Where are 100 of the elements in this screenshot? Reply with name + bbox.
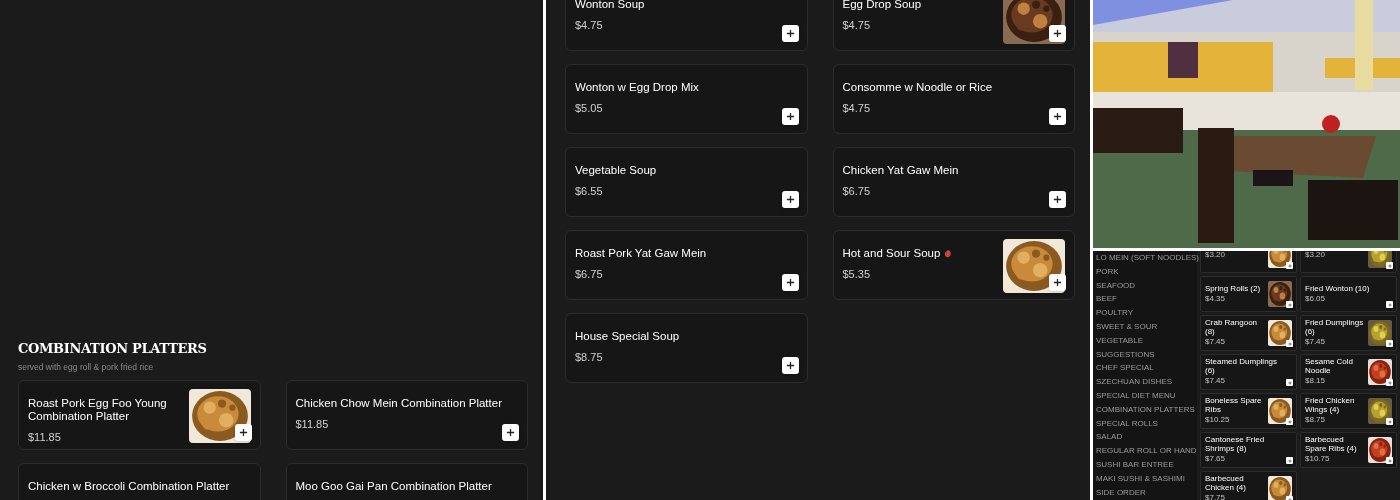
- plus-icon: [1287, 380, 1292, 385]
- category-link[interactable]: SWEET & SOUR: [1096, 323, 1197, 332]
- menu-item-card[interactable]: Roast Pork Yat Gaw Mein $6.75: [565, 230, 808, 300]
- add-button[interactable]: [1049, 191, 1066, 208]
- menu-item-card[interactable]: Barbecued Spare Ribs (4) $10.75: [1300, 432, 1397, 468]
- item-price: $5.35: [842, 267, 872, 282]
- category-link[interactable]: SUGGESTIONS: [1096, 350, 1197, 360]
- section-title: COMBINATION PLATTERS: [18, 340, 208, 358]
- category-link[interactable]: POULTRY: [1096, 309, 1197, 318]
- add-button[interactable]: [1049, 274, 1066, 291]
- category-link[interactable]: SALAD: [1096, 433, 1197, 442]
- menu-item-card[interactable]: Hot and Sour Soup $5.35: [832, 230, 1075, 300]
- menu-item-card[interactable]: Spring Rolls (2) $4.35: [1200, 276, 1297, 312]
- item-price: $4.35: [1205, 295, 1227, 304]
- category-link[interactable]: REGULAR ROLL OR HAND: [1096, 447, 1197, 456]
- menu-item-card[interactable]: Wonton Soup $4.75: [565, 0, 808, 51]
- item-price: $6.55: [575, 184, 604, 199]
- menu-item-card[interactable]: Roast Pork Egg Foo Young Combination Platter $11.85: [18, 380, 261, 451]
- item-name: Hot and Sour Soup: [842, 247, 941, 260]
- plus-icon: [1287, 341, 1292, 346]
- menu-item-card[interactable]: Sesame Cold Noodle $8.15: [1300, 354, 1397, 390]
- item-price: $7.75: [1205, 494, 1227, 500]
- category-link[interactable]: SIDE ORDER: [1096, 488, 1197, 498]
- menu-item-card[interactable]: Fried Wonton (10) $6.05: [1300, 276, 1397, 312]
- item-name: Chicken Chow Mein Combination Platter: [295, 397, 502, 411]
- menu-item-card[interactable]: Chicken Chow Mein Combination Platter $11.85: [285, 380, 528, 451]
- category-link[interactable]: COMBINATION PLATTERS: [1096, 405, 1197, 415]
- add-button[interactable]: [781, 25, 799, 42]
- item-price: $10.75: [1305, 455, 1331, 464]
- menu-item-card[interactable]: Wonton w Egg Drop Mix $5.05: [565, 64, 808, 134]
- plus-icon: [1387, 263, 1392, 268]
- item-name: Wonton w Egg Drop Mix: [575, 81, 699, 94]
- menu-item-card[interactable]: Chicken w Broccoli Combination Platter: [18, 463, 261, 500]
- category-link[interactable]: CHEF SPECIAL: [1096, 364, 1197, 373]
- plus-icon: [1053, 278, 1062, 287]
- item-price: $3.20: [1205, 251, 1227, 260]
- item-price: $8.15: [1305, 377, 1327, 386]
- category-link[interactable]: BEEF: [1096, 295, 1197, 304]
- plus-icon: [1387, 419, 1392, 424]
- item-price: $8.75: [575, 350, 604, 365]
- add-button[interactable]: [1049, 25, 1066, 42]
- menu-item-card[interactable]: House Special Soup $8.75: [565, 313, 808, 383]
- menu-item-card[interactable]: Egg Drop Soup $4.75: [832, 0, 1075, 51]
- add-button[interactable]: [502, 424, 519, 442]
- category-link[interactable]: SPECIAL DIET MENU: [1096, 391, 1197, 401]
- category-link[interactable]: SPECIAL ROLLS: [1096, 419, 1197, 429]
- category-link[interactable]: SZECHUAN DISHES: [1096, 378, 1197, 387]
- item-name: Fried Chicken Wings (4): [1305, 397, 1356, 415]
- menu-item-card[interactable]: Steamed Dumplings (6) $7.45: [1200, 354, 1297, 390]
- add-button[interactable]: [781, 108, 799, 125]
- item-name: Spring Rolls (2): [1205, 284, 1261, 293]
- menu-item-card[interactable]: Boneless Spare Ribs $10.25: [1200, 393, 1297, 429]
- menu-item-card[interactable]: Chicken Yat Gaw Mein $6.75: [832, 147, 1075, 217]
- plus-icon: [785, 361, 795, 370]
- category-link[interactable]: PORK: [1096, 267, 1197, 277]
- item-price: $6.75: [575, 267, 604, 282]
- category-link[interactable]: SUSHI BAR ENTREE: [1096, 460, 1197, 470]
- plus-icon: [238, 428, 248, 438]
- item-price: $7.65: [1205, 455, 1227, 464]
- menu-item-card[interactable]: $3.20: [1300, 251, 1397, 273]
- menu-item-card[interactable]: Barbecued Chicken (4) $7.75: [1200, 471, 1297, 500]
- menu-item-card[interactable]: Fried Dumplings (6) $7.45: [1300, 315, 1397, 351]
- menu-item-card[interactable]: Moo Goo Gai Pan Combination Platter: [285, 463, 528, 500]
- menu-item-card[interactable]: Cantonese Fried Shrimps (8) $7.65: [1200, 432, 1297, 468]
- category-link[interactable]: LO MEIN (SOFT NOODLES): [1096, 254, 1197, 263]
- item-price: $10.25: [1205, 416, 1231, 425]
- item-price: $4.75: [842, 18, 872, 33]
- menu-item-card[interactable]: Vegetable Soup $6.55: [565, 147, 808, 217]
- item-name: Chicken w Broccoli Combination Platter: [28, 480, 230, 494]
- menu-item-card[interactable]: Consomme w Noodle or Rice $4.75: [832, 64, 1075, 134]
- plus-icon: [785, 195, 795, 204]
- item-name: Wonton Soup: [575, 0, 645, 11]
- item-name: Moo Goo Gai Pan Combination Platter: [295, 480, 492, 494]
- menu-item-card[interactable]: Fried Chicken Wings (4) $8.75: [1300, 393, 1397, 429]
- add-button[interactable]: [781, 357, 799, 374]
- item-price: $11.85: [28, 430, 62, 446]
- plus-icon: [785, 112, 795, 121]
- plus-icon: [1287, 419, 1292, 424]
- menu-item-card[interactable]: Crab Rangoon (8) $7.45: [1200, 315, 1297, 351]
- item-name: House Special Soup: [575, 330, 680, 343]
- menu-item-card[interactable]: $3.20: [1200, 251, 1297, 273]
- category-link[interactable]: VEGETABLE: [1096, 336, 1197, 346]
- plus-icon: [785, 29, 795, 38]
- plus-icon: [1287, 497, 1292, 500]
- category-link[interactable]: SEAFOOD: [1096, 281, 1197, 291]
- section-subtitle: served with egg roll & pork fried rice: [18, 360, 155, 374]
- item-price: $4.75: [842, 101, 872, 116]
- item-name: Vegetable Soup: [575, 164, 657, 177]
- item-name: Crab Rangoon (8): [1205, 319, 1259, 337]
- plus-icon: [1387, 458, 1392, 463]
- plus-icon: [1287, 302, 1292, 307]
- item-price: $5.05: [575, 101, 604, 116]
- item-price: $4.75: [575, 18, 604, 33]
- add-button[interactable]: [1049, 108, 1066, 125]
- add-button[interactable]: [781, 274, 799, 291]
- item-price: $7.45: [1305, 338, 1327, 347]
- plus-icon: [1053, 112, 1062, 121]
- add-button[interactable]: [781, 191, 799, 208]
- plus-icon: [506, 428, 515, 438]
- category-link[interactable]: MAKI SUSHI & SASHIMI: [1096, 474, 1197, 484]
